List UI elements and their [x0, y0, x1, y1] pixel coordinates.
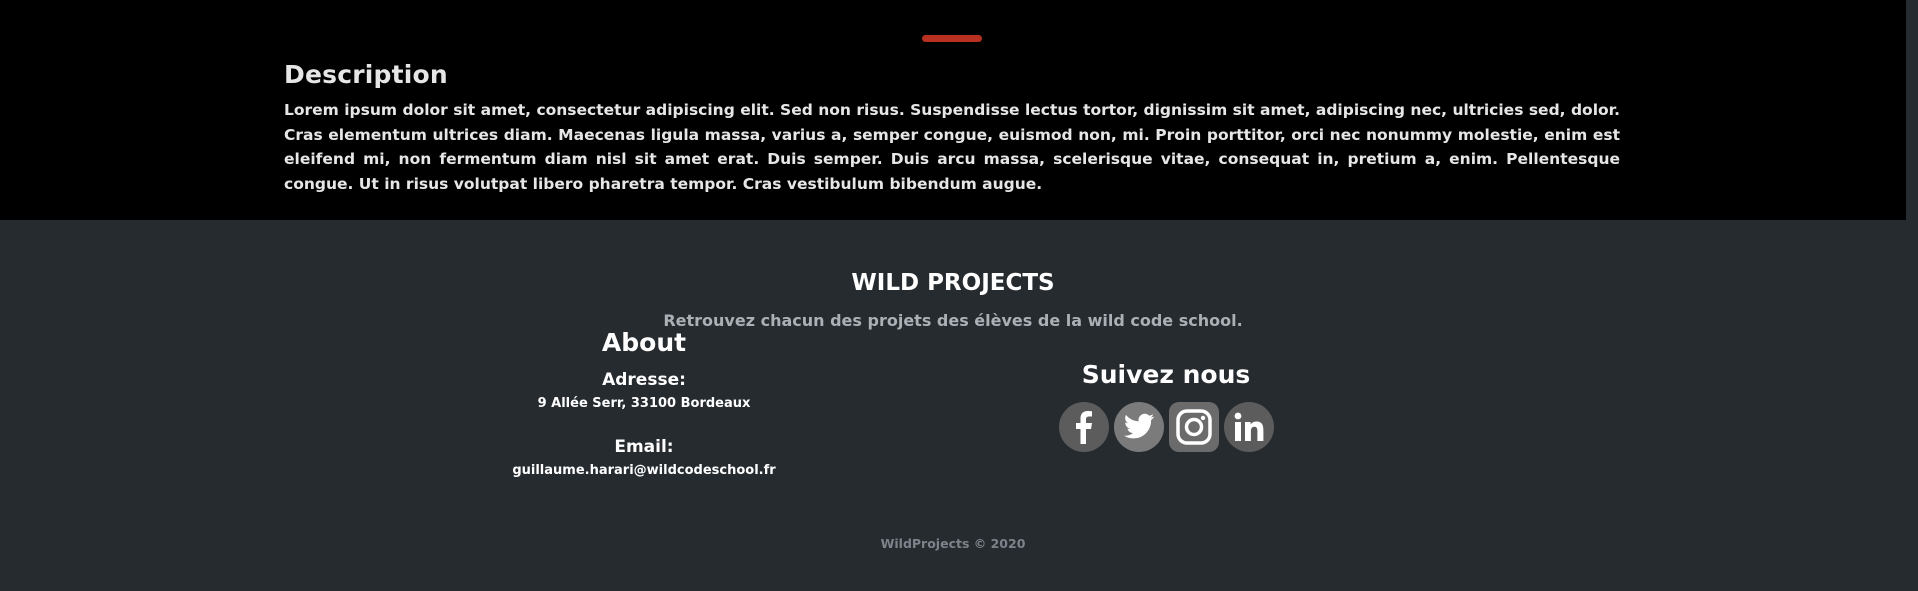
description-title: Description [284, 60, 448, 89]
about-title: About [601, 328, 687, 357]
footer-tagline: Retrouvez chacun des projets des élèves … [663, 311, 1243, 330]
email-value[interactable]: guillaume.harari@wildcodeschool.fr [444, 463, 844, 478]
social-icons [1006, 402, 1326, 452]
social-title: Suivez nous [1081, 360, 1251, 389]
accent-divider [922, 35, 982, 42]
address-value: 9 Allée Serr, 33100 Bordeaux [537, 396, 751, 411]
description-text: Lorem ipsum dolor sit amet, consectetur … [284, 101, 1620, 193]
address-label: Adresse: [602, 370, 686, 390]
social-block: Suivez nous [1006, 360, 1326, 452]
about-block: About Adresse: 9 Allée Serr, 33100 Borde… [444, 328, 844, 478]
email-label: Email: [614, 437, 674, 457]
footer-brand: WILD PROJECTS [851, 270, 1055, 296]
linkedin-icon[interactable] [1223, 402, 1274, 452]
scrollbar[interactable] [1906, 0, 1918, 591]
facebook-icon[interactable] [1058, 402, 1109, 452]
instagram-icon[interactable] [1168, 402, 1219, 452]
footer: WILD PROJECTS Retrouvez chacun des proje… [0, 220, 1906, 591]
twitter-icon[interactable] [1113, 402, 1164, 452]
copyright: WildProjects © 2020 [880, 536, 1026, 551]
description-section: Description Lorem ipsum dolor sit amet, … [0, 0, 1906, 220]
